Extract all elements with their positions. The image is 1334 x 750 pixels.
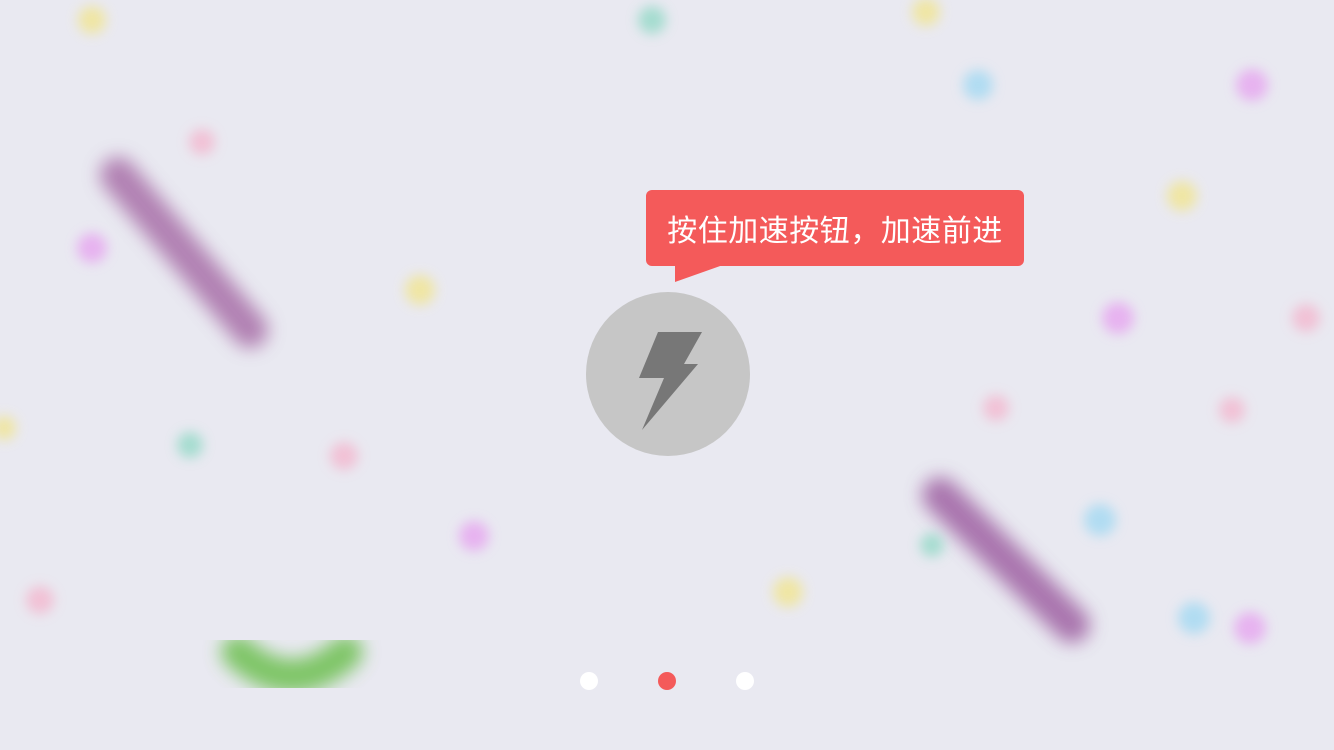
page-dot-1[interactable] bbox=[580, 672, 598, 690]
snake-purple-right bbox=[922, 477, 1090, 643]
tutorial-tooltip-text: 按住加速按钮，加速前进 bbox=[667, 214, 1003, 249]
boost-button[interactable] bbox=[586, 292, 750, 456]
snake-purple-left bbox=[100, 157, 268, 348]
page-indicator bbox=[0, 672, 1334, 690]
page-dot-3[interactable] bbox=[736, 672, 754, 690]
page-dot-2-active[interactable] bbox=[658, 672, 676, 690]
tutorial-tooltip: 按住加速按钮，加速前进 bbox=[646, 190, 1024, 266]
lightning-bolt-icon bbox=[639, 332, 702, 430]
tutorial-tooltip-pointer bbox=[675, 265, 723, 282]
